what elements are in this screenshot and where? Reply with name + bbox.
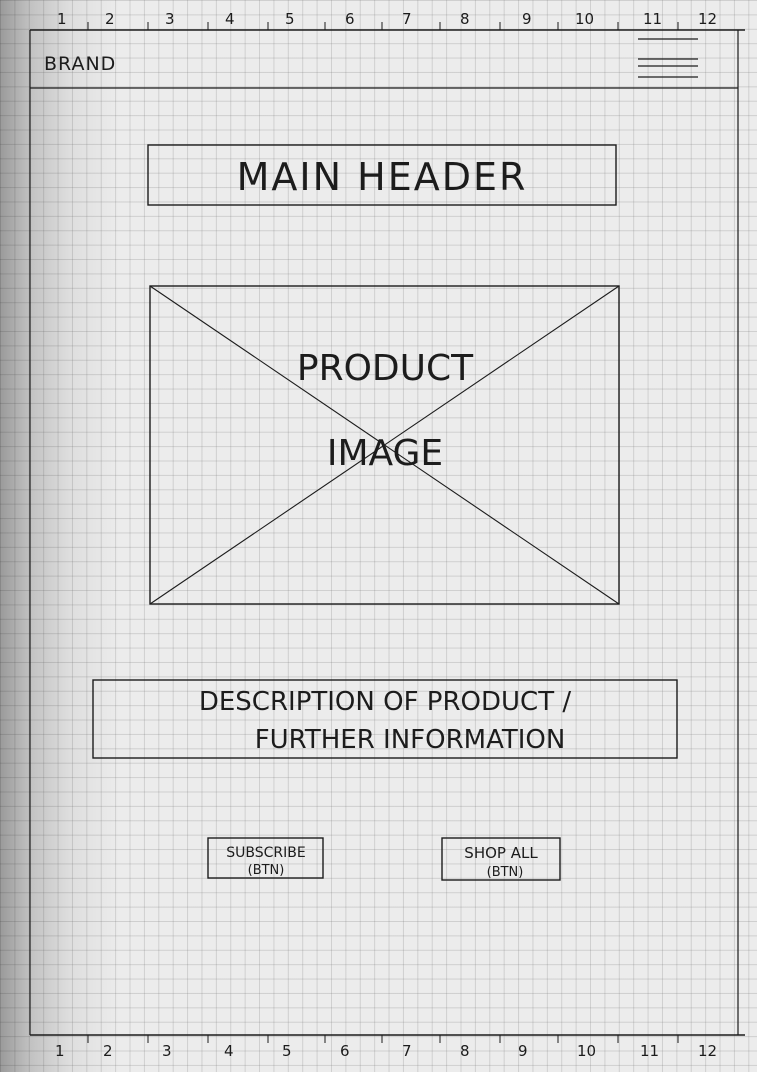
ruler-number: 6	[340, 1042, 350, 1060]
main-header: MAIN HEADER	[147, 144, 617, 206]
ruler-number: 1	[55, 1042, 65, 1060]
ruler-number: 10	[575, 10, 594, 28]
ruler-number: 8	[460, 1042, 470, 1060]
product-description: DESCRIPTION OF PRODUCT / FURTHER INFORMA…	[92, 679, 678, 759]
ruler-number: 3	[162, 1042, 172, 1060]
product-image-placeholder: PRODUCT IMAGE	[149, 285, 620, 605]
ruler-number: 5	[285, 10, 295, 28]
ruler-number: 9	[518, 1042, 528, 1060]
shop-all-button[interactable]: SHOP ALL (BTN)	[441, 837, 561, 881]
product-image-label-line2: IMAGE	[327, 433, 443, 474]
ruler-number: 9	[522, 10, 532, 28]
ruler-number: 10	[577, 1042, 596, 1060]
ruler-number: 7	[402, 10, 412, 28]
ruler-number: 2	[105, 10, 115, 28]
ruler-number: 5	[282, 1042, 292, 1060]
bottom-ruler-numbers: 1 2 3 4 5 6 7 8 9 10 11 12	[55, 1042, 717, 1060]
product-image-label-line1: PRODUCT	[297, 348, 474, 389]
ruler-number: 7	[402, 1042, 412, 1060]
ruler-number: 6	[345, 10, 355, 28]
ruler-number: 1	[57, 10, 67, 28]
ruler-number: 12	[698, 1042, 717, 1060]
description-line1: DESCRIPTION OF PRODUCT /	[199, 687, 571, 717]
ruler-number: 3	[165, 10, 175, 28]
shop-all-button-label: SHOP ALL	[464, 844, 538, 862]
hamburger-menu-icon[interactable]	[638, 38, 698, 78]
subscribe-button-sublabel: (BTN)	[248, 863, 285, 878]
wireframe-sheet: 1 2 3 4 5 6 7 8 9 10 11 12 1 2 3 4 5 6 7…	[0, 0, 757, 1072]
ruler-number: 4	[224, 1042, 234, 1060]
ruler-number: 11	[643, 10, 662, 28]
shop-all-button-sublabel: (BTN)	[487, 865, 524, 880]
brand-logo[interactable]: BRAND	[44, 53, 116, 75]
main-header-label: MAIN HEADER	[237, 155, 528, 199]
ruler-number: 11	[640, 1042, 659, 1060]
ruler-number: 2	[103, 1042, 113, 1060]
description-line2: FURTHER INFORMATION	[255, 725, 566, 755]
subscribe-button-label: SUBSCRIBE	[226, 845, 305, 861]
subscribe-button[interactable]: SUBSCRIBE (BTN)	[207, 837, 324, 879]
ruler-number: 12	[698, 10, 717, 28]
ruler-number: 8	[460, 10, 470, 28]
ruler-number: 4	[225, 10, 235, 28]
wireframe-drawing: 1 2 3 4 5 6 7 8 9 10 11 12 1 2 3 4 5 6 7…	[29, 10, 745, 1060]
